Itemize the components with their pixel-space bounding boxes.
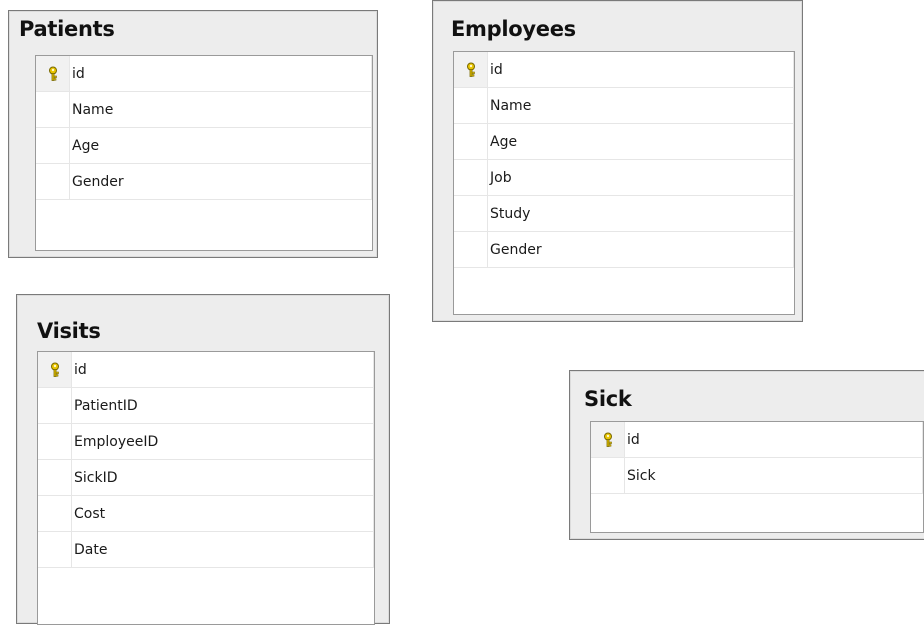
column-grid: id Name Age Gender (35, 55, 373, 251)
table-sick[interactable]: Sick id Sick (569, 370, 924, 540)
row-selector[interactable] (38, 388, 72, 423)
table-employees[interactable]: Employees id Name Age Job Study Gender (432, 0, 803, 322)
row-selector[interactable] (454, 52, 488, 87)
column-name: Job (490, 169, 512, 186)
column-name: Cost (74, 505, 106, 522)
column-name: Gender (72, 173, 124, 190)
column-row[interactable]: Name (36, 92, 372, 128)
key-icon (602, 432, 614, 448)
column-grid: id PatientID EmployeeID SickID Cost Date (37, 351, 375, 625)
row-selector[interactable] (454, 196, 488, 231)
row-selector[interactable] (36, 128, 70, 163)
column-row[interactable]: Date (38, 532, 374, 568)
column-row[interactable]: Gender (36, 164, 372, 200)
column-name: Age (72, 137, 100, 154)
table-title: Employees (451, 17, 576, 41)
row-selector[interactable] (38, 496, 72, 531)
column-name: Sick (627, 467, 656, 484)
row-selector[interactable] (36, 164, 70, 199)
row-selector[interactable] (591, 458, 625, 493)
key-icon (49, 362, 61, 378)
column-row[interactable]: SickID (38, 460, 374, 496)
column-row[interactable]: Study (454, 196, 794, 232)
column-row[interactable]: Job (454, 160, 794, 196)
table-visits[interactable]: Visits id PatientID EmployeeID SickID Co… (16, 294, 390, 625)
column-row[interactable]: Cost (38, 496, 374, 532)
column-name: Name (72, 101, 114, 118)
column-name: id (490, 61, 503, 78)
column-name: id (627, 431, 640, 448)
column-name: Gender (490, 241, 542, 258)
column-name: id (74, 361, 87, 378)
row-selector[interactable] (454, 232, 488, 267)
key-icon (465, 62, 477, 78)
table-title: Sick (584, 387, 632, 411)
table-patients[interactable]: Patients id Name Age Gender (8, 10, 378, 258)
column-name: EmployeeID (74, 433, 159, 450)
column-name: Date (74, 541, 108, 558)
row-selector[interactable] (454, 124, 488, 159)
row-selector[interactable] (38, 352, 72, 387)
row-selector[interactable] (454, 160, 488, 195)
column-name: PatientID (74, 397, 138, 414)
column-row[interactable]: Age (36, 128, 372, 164)
column-row[interactable]: Name (454, 88, 794, 124)
row-selector[interactable] (38, 532, 72, 567)
column-grid: id Sick (590, 421, 924, 533)
row-selector[interactable] (591, 422, 625, 457)
column-name: Age (490, 133, 518, 150)
column-row[interactable]: Gender (454, 232, 794, 268)
key-icon (47, 66, 59, 82)
row-selector[interactable] (454, 88, 488, 123)
column-row[interactable]: PatientID (38, 388, 374, 424)
column-row[interactable]: EmployeeID (38, 424, 374, 460)
column-grid: id Name Age Job Study Gender (453, 51, 795, 315)
column-name: SickID (74, 469, 118, 486)
column-row[interactable]: Sick (591, 458, 923, 494)
row-selector[interactable] (38, 460, 72, 495)
row-selector[interactable] (36, 56, 70, 91)
column-name: Name (490, 97, 532, 114)
table-title: Visits (37, 319, 101, 343)
column-row-id[interactable]: id (36, 56, 372, 92)
table-title: Patients (19, 17, 115, 41)
column-name: Study (490, 205, 531, 222)
column-name: id (72, 65, 85, 82)
row-selector[interactable] (38, 424, 72, 459)
column-row[interactable]: Age (454, 124, 794, 160)
column-row-id[interactable]: id (454, 52, 794, 88)
row-selector[interactable] (36, 92, 70, 127)
column-row-id[interactable]: id (591, 422, 923, 458)
column-row-id[interactable]: id (38, 352, 374, 388)
